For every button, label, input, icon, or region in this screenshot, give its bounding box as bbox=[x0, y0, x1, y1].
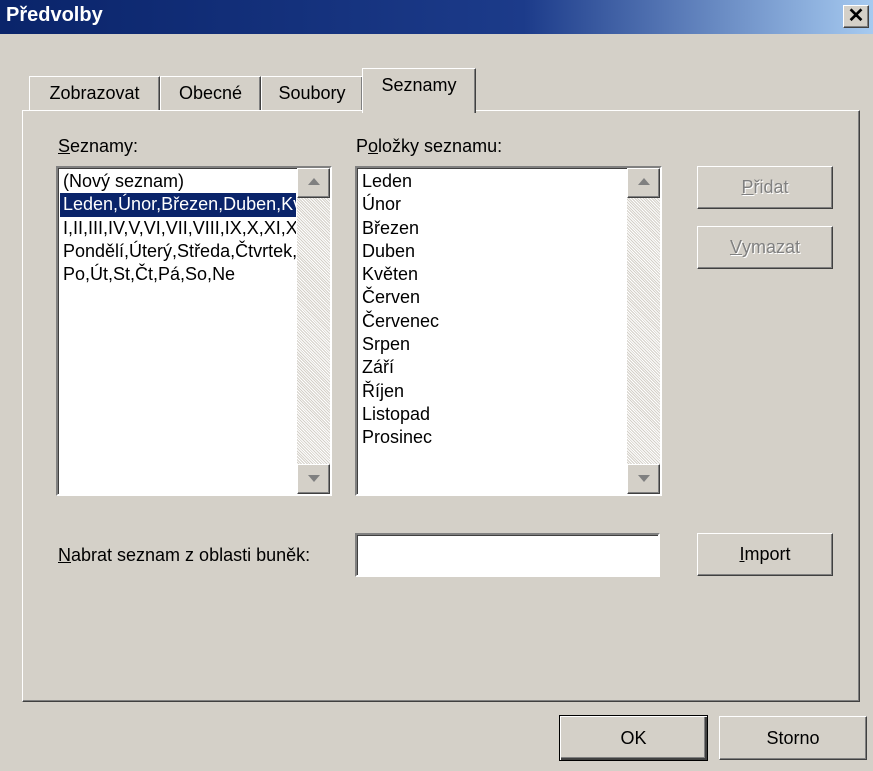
entry-line: Duben bbox=[362, 240, 416, 261]
tab-label: Soubory bbox=[278, 83, 346, 103]
entry-line: Leden bbox=[362, 171, 413, 191]
scroll-down-arrow-icon bbox=[638, 475, 650, 482]
list-item[interactable]: I,II,III,IV,V,VI,VII,VIII,IX,X,XI,XII bbox=[60, 217, 296, 240]
scroll-down-arrow-icon bbox=[308, 475, 320, 482]
lists-label: Seznamy: bbox=[58, 136, 139, 156]
tab-seznamy[interactable]: Seznamy bbox=[362, 68, 476, 113]
scroll-down-button[interactable] bbox=[627, 464, 660, 494]
entry-line: Červen bbox=[362, 287, 421, 308]
tab-label: Obecné bbox=[178, 83, 243, 103]
tab-obecne[interactable]: Obecné bbox=[160, 76, 261, 112]
range-label: Nabrat seznam z oblasti buněk: bbox=[58, 545, 311, 565]
scroll-up-arrow-icon bbox=[638, 178, 650, 185]
list-item[interactable]: Leden,Únor,Březen,Duben,Květen,Červen,Če… bbox=[60, 193, 296, 217]
entry-line: Prosinec bbox=[362, 427, 433, 448]
list-item[interactable]: Po,Út,St,Čt,Pá,So,Ne bbox=[60, 263, 296, 286]
lists-listbox[interactable]: (Nový seznam) Leden,Únor,Březen,Duben,Kv… bbox=[56, 166, 332, 496]
entry-line: Listopad bbox=[362, 403, 431, 424]
entry-line: Září bbox=[362, 357, 395, 378]
entry-line: Říjen bbox=[362, 380, 405, 401]
tab-label: Seznamy bbox=[381, 75, 457, 95]
scroll-up-arrow-icon bbox=[308, 178, 320, 185]
import-button[interactable]: Import bbox=[697, 533, 833, 576]
lists-scrollbar[interactable] bbox=[297, 168, 330, 494]
delete-button[interactable]: Vymazat bbox=[697, 226, 833, 269]
close-button[interactable]: ✕ bbox=[843, 5, 869, 28]
list-item[interactable]: (Nový seznam) bbox=[60, 170, 296, 193]
add-button[interactable]: Přidat bbox=[697, 166, 833, 209]
scroll-up-button[interactable] bbox=[297, 168, 330, 198]
cancel-button[interactable]: Storno bbox=[719, 716, 867, 760]
scroll-down-button[interactable] bbox=[297, 464, 330, 494]
list-items-label: Položky seznamu: bbox=[356, 136, 503, 156]
window-title: Předvolby bbox=[6, 4, 103, 26]
close-icon: ✕ bbox=[847, 5, 865, 27]
tab-label: Zobrazovat bbox=[49, 83, 140, 103]
tab-zobrazovat[interactable]: Zobrazovat bbox=[29, 76, 160, 112]
title-bar: Předvolby ✕ bbox=[0, 0, 873, 34]
entry-line: Srpen bbox=[362, 334, 411, 355]
scroll-up-button[interactable] bbox=[627, 168, 660, 198]
tab-soubory[interactable]: Soubory bbox=[261, 76, 363, 112]
range-input[interactable] bbox=[355, 533, 660, 577]
entry-line: Březen bbox=[362, 217, 420, 238]
ok-button[interactable]: OK bbox=[559, 715, 708, 761]
entry-line: Červenec bbox=[362, 310, 440, 331]
list-item[interactable]: Pondělí,Úterý,Středa,Čtvrtek,Pátek,Sobot… bbox=[60, 240, 296, 263]
list-entries-textbox[interactable]: Leden Únor Březen Duben Květen Červen Če… bbox=[355, 166, 662, 496]
entry-line: Únor bbox=[362, 194, 402, 215]
entry-line: Květen bbox=[362, 264, 419, 285]
entries-scrollbar[interactable] bbox=[627, 168, 660, 494]
